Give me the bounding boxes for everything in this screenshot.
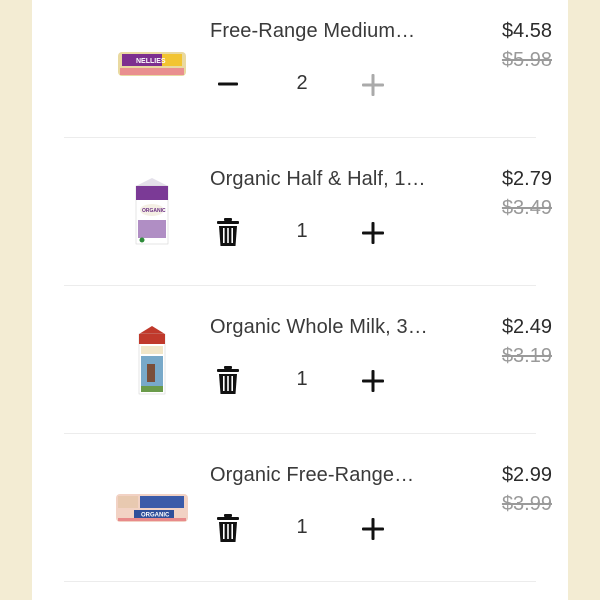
remove-item-button[interactable] [212,214,244,250]
decrease-quantity-button[interactable] [212,66,244,102]
row-divider [64,581,536,582]
remove-item-button[interactable] [212,362,244,398]
product-name[interactable]: Organic Half & Half, 1… [210,168,450,191]
row-divider [64,137,536,138]
product-name[interactable]: Organic Free-Range… [210,464,450,487]
cart-item: ORGANIC Organic Free-Range… $2.99 $3.99 … [64,436,568,584]
increase-quantity-button[interactable] [356,364,390,398]
egg-carton-image: NELLIES [118,52,186,76]
plus-icon [362,74,384,96]
plus-icon [362,518,384,540]
svg-text:ORGANIC: ORGANIC [142,208,166,214]
increase-quantity-button[interactable] [356,68,390,102]
egg-carton-image: ORGANIC [116,494,188,522]
current-price: $4.58 [501,20,552,42]
current-price: $2.49 [501,316,552,338]
svg-text:ORGANIC: ORGANIC [141,513,170,519]
current-price: $2.79 [501,168,552,190]
remove-item-button[interactable] [212,510,244,546]
product-image[interactable]: ORGANIC [112,460,192,556]
plus-icon [362,370,384,392]
current-price: $2.99 [501,464,552,486]
trash-icon [217,514,239,542]
cart-item: ORGANIC Organic Half & Half, 1… $2.79 $3… [64,140,568,288]
quantity-value: 1 [296,220,308,242]
product-name[interactable]: Organic Whole Milk, 3… [210,316,450,339]
product-image[interactable] [112,312,192,408]
trash-icon [217,218,239,246]
original-price: $5.98 [501,49,552,71]
original-price: $3.99 [501,493,552,515]
original-price: $3.19 [501,345,552,367]
svg-text:NELLIES: NELLIES [136,58,166,65]
minus-icon [218,82,238,86]
cart-item: NELLIES Free-Range Medium… $4.58 $5.98 2 [64,0,568,140]
quantity-value: 1 [296,516,308,538]
product-image[interactable]: NELLIES [112,16,192,112]
trash-icon [217,366,239,394]
whole-milk-carton-image [138,326,166,395]
product-name[interactable]: Free-Range Medium… [210,20,450,43]
increase-quantity-button[interactable] [356,512,390,546]
cart-panel: NELLIES Free-Range Medium… $4.58 $5.98 2 [32,0,568,600]
cart-item: Organic Whole Milk, 3… $2.49 $3.19 1 [64,288,568,436]
half-and-half-carton-image: ORGANIC [135,178,169,245]
quantity-value: 1 [296,368,308,390]
original-price: $3.49 [501,197,552,219]
row-divider [64,285,536,286]
product-image[interactable]: ORGANIC [112,164,192,260]
increase-quantity-button[interactable] [356,216,390,250]
row-divider [64,433,536,434]
quantity-value: 2 [296,72,308,94]
plus-icon [362,222,384,244]
